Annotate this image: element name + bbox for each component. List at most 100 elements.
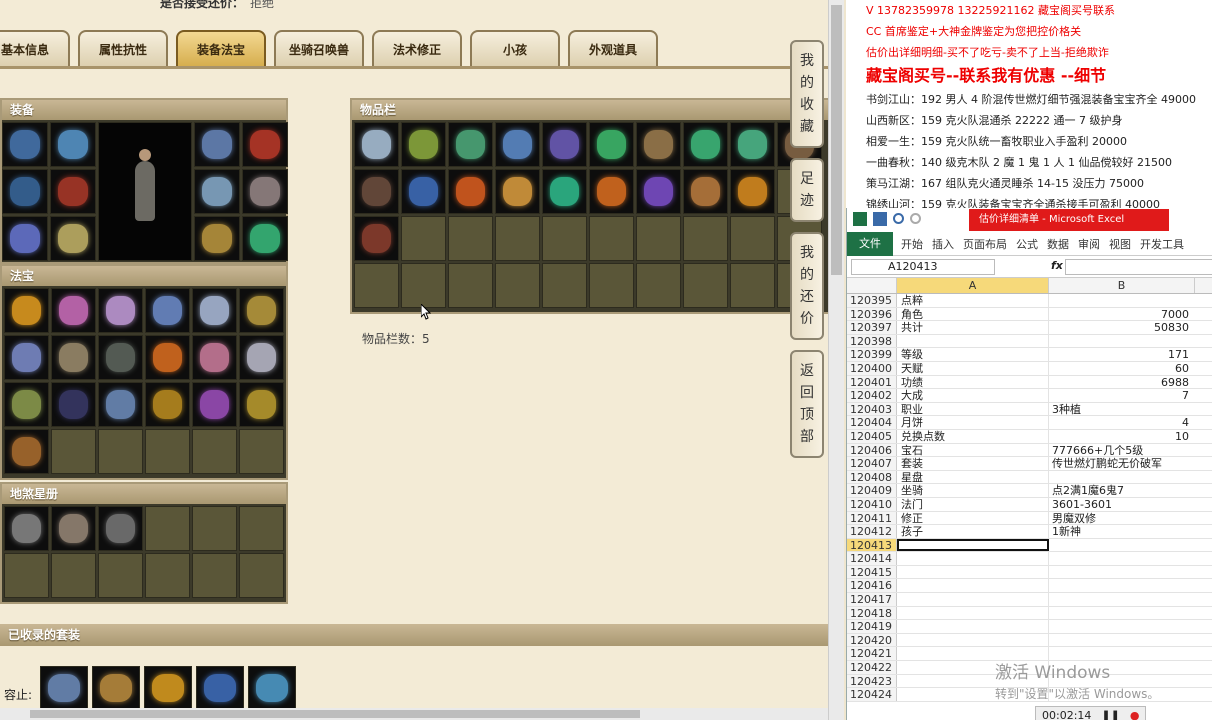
tab-3[interactable]: 坐骑召唤兽 bbox=[274, 30, 364, 66]
column-a-header[interactable]: A bbox=[897, 278, 1049, 293]
cell-b[interactable] bbox=[1049, 335, 1195, 348]
cell-b[interactable] bbox=[1049, 634, 1195, 647]
fabao-item[interactable] bbox=[192, 288, 237, 333]
inventory-item[interactable] bbox=[730, 122, 775, 167]
ribbon-tab[interactable]: 数据 bbox=[1047, 236, 1069, 252]
cell-b[interactable]: 1新神 bbox=[1049, 525, 1195, 538]
row-number[interactable]: 120395 bbox=[847, 294, 897, 307]
fabao-item[interactable] bbox=[4, 288, 49, 333]
fabao-item[interactable] bbox=[192, 382, 237, 427]
equipment-item[interactable] bbox=[50, 169, 96, 214]
tab-1[interactable]: 属性抗性 bbox=[78, 30, 168, 66]
select-all-corner[interactable] bbox=[847, 278, 897, 293]
cell-b[interactable]: 3种植 bbox=[1049, 403, 1195, 416]
ribbon-file-tab[interactable]: 文件 bbox=[847, 231, 893, 256]
ribbon-tab[interactable]: 开发工具 bbox=[1140, 236, 1184, 252]
cell-a[interactable]: 月饼 bbox=[897, 416, 1049, 429]
cell-a[interactable]: 套装 bbox=[897, 457, 1049, 470]
cell-b[interactable]: 传世燃灯鹏蛇无价破军 bbox=[1049, 457, 1195, 470]
inventory-item[interactable] bbox=[448, 122, 493, 167]
row-number[interactable]: 120421 bbox=[847, 647, 897, 660]
row-number[interactable]: 120401 bbox=[847, 375, 897, 389]
row-number[interactable]: 120398 bbox=[847, 334, 897, 348]
inventory-item[interactable] bbox=[542, 169, 587, 214]
inventory-item[interactable] bbox=[354, 216, 399, 261]
fabao-item[interactable] bbox=[4, 335, 49, 380]
tab-0[interactable]: 基本信息 bbox=[0, 30, 70, 66]
row-number[interactable]: 120417 bbox=[847, 593, 897, 606]
equipment-item[interactable] bbox=[50, 122, 96, 167]
row-number[interactable]: 120424 bbox=[847, 688, 897, 701]
cell-b[interactable]: 7 bbox=[1049, 389, 1195, 402]
cell-b[interactable]: 50830 bbox=[1049, 321, 1195, 334]
set-appearance-item[interactable] bbox=[144, 666, 192, 710]
inventory-item[interactable] bbox=[401, 169, 446, 214]
tab-2[interactable]: 装备法宝 bbox=[176, 30, 266, 66]
cell-a[interactable] bbox=[897, 606, 1049, 620]
cell-b[interactable] bbox=[1049, 593, 1195, 606]
cell-a[interactable] bbox=[897, 538, 1049, 552]
redo-icon[interactable] bbox=[910, 213, 921, 224]
ribbon-tab[interactable]: 视图 bbox=[1109, 236, 1131, 252]
inventory-item[interactable] bbox=[354, 122, 399, 167]
row-number[interactable]: 120397 bbox=[847, 321, 897, 334]
cell-a[interactable]: 大成 bbox=[897, 389, 1049, 402]
cell-a[interactable]: 点粹 bbox=[897, 294, 1049, 307]
cell-a[interactable]: 等级 bbox=[897, 348, 1049, 361]
equipment-item[interactable] bbox=[2, 216, 48, 261]
ribbon-tab[interactable]: 审阅 bbox=[1078, 236, 1100, 252]
star-book-item[interactable] bbox=[4, 506, 49, 551]
cell-b[interactable]: 10 bbox=[1049, 430, 1195, 443]
save-icon[interactable] bbox=[873, 212, 887, 226]
tab-6[interactable]: 外观道具 bbox=[568, 30, 658, 66]
row-number[interactable]: 120413 bbox=[847, 538, 897, 552]
equipment-item[interactable] bbox=[2, 169, 48, 214]
set-appearance-item[interactable] bbox=[92, 666, 140, 710]
equipment-item[interactable] bbox=[242, 169, 288, 214]
row-number[interactable]: 120407 bbox=[847, 457, 897, 470]
cell-a[interactable]: 职业 bbox=[897, 402, 1049, 416]
equipment-item[interactable] bbox=[2, 122, 48, 167]
cell-b[interactable] bbox=[1049, 620, 1195, 633]
column-b-header[interactable]: B bbox=[1049, 278, 1195, 293]
equipment-item[interactable] bbox=[50, 216, 96, 261]
row-number[interactable]: 120409 bbox=[847, 484, 897, 497]
fabao-item[interactable] bbox=[51, 288, 96, 333]
row-number[interactable]: 120411 bbox=[847, 511, 897, 525]
tab-5[interactable]: 小孩 bbox=[470, 30, 560, 66]
page-scroll-thumb[interactable] bbox=[831, 5, 842, 275]
inventory-item[interactable] bbox=[448, 169, 493, 214]
row-number[interactable]: 120402 bbox=[847, 389, 897, 402]
fabao-item[interactable] bbox=[51, 382, 96, 427]
excel-logo-icon[interactable] bbox=[853, 212, 867, 226]
row-number[interactable]: 120419 bbox=[847, 620, 897, 633]
cell-a[interactable]: 星盘 bbox=[897, 470, 1049, 484]
cell-a[interactable]: 天赋 bbox=[897, 361, 1049, 375]
inventory-item[interactable] bbox=[683, 169, 728, 214]
cell-b[interactable]: 4 bbox=[1049, 416, 1195, 429]
fx-icon[interactable]: fx bbox=[1051, 259, 1063, 272]
inventory-item[interactable] bbox=[589, 122, 634, 167]
row-number[interactable]: 120416 bbox=[847, 579, 897, 592]
tab-4[interactable]: 法术修正 bbox=[372, 30, 462, 66]
cell-a[interactable] bbox=[897, 579, 1049, 593]
row-number[interactable]: 120414 bbox=[847, 552, 897, 565]
fabao-item[interactable] bbox=[98, 335, 143, 380]
cell-b[interactable] bbox=[1049, 552, 1195, 565]
set-appearance-item[interactable] bbox=[248, 666, 296, 710]
cell-a[interactable]: 坐骑 bbox=[897, 484, 1049, 497]
cell-b[interactable] bbox=[1049, 579, 1195, 592]
ribbon-tab[interactable]: 页面布局 bbox=[963, 236, 1007, 252]
cell-b[interactable]: 点2满1魔6鬼7 bbox=[1049, 484, 1195, 497]
row-number[interactable]: 120399 bbox=[847, 348, 897, 361]
page-horizontal-scrollbar[interactable] bbox=[0, 708, 828, 720]
fabao-item[interactable] bbox=[192, 335, 237, 380]
star-book-item[interactable] bbox=[98, 506, 143, 551]
inventory-item[interactable] bbox=[730, 169, 775, 214]
cell-a[interactable] bbox=[897, 552, 1049, 565]
side-button-2[interactable]: 我的还价 bbox=[790, 232, 824, 340]
inventory-item[interactable] bbox=[495, 122, 540, 167]
cell-a[interactable] bbox=[897, 593, 1049, 606]
page-vertical-scrollbar[interactable] bbox=[828, 0, 844, 720]
fabao-item[interactable] bbox=[145, 335, 190, 380]
